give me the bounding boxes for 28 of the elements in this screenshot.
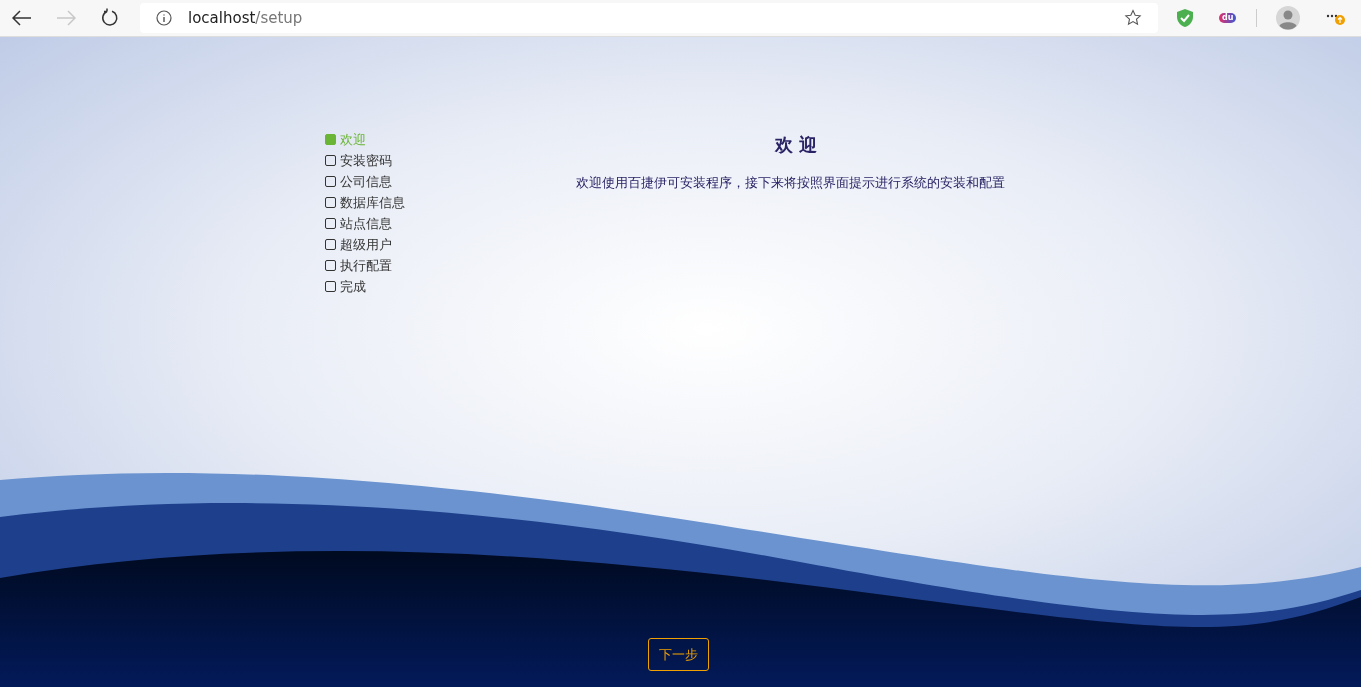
step-checkbox — [325, 281, 336, 292]
step-item[interactable]: 站点信息 — [325, 213, 576, 234]
step-item[interactable]: 超级用户 — [325, 234, 576, 255]
shield-icon[interactable] — [1176, 8, 1194, 28]
step-checkbox — [325, 218, 336, 229]
step-item[interactable]: 公司信息 — [325, 171, 576, 192]
step-item[interactable]: 执行配置 — [325, 255, 576, 276]
next-button[interactable]: 下一步 — [648, 638, 709, 671]
step-checkbox — [325, 197, 336, 208]
step-checkbox — [325, 260, 336, 271]
welcome-text: 欢迎使用百捷伊可安装程序，接下来将按照界面提示进行系统的安装和配置 — [576, 174, 1006, 192]
page-title: 欢 迎 — [773, 133, 819, 157]
extension-button[interactable]: du — [1219, 13, 1237, 23]
url-host: localhost — [188, 7, 256, 29]
step-checkbox — [325, 239, 336, 250]
address-bar[interactable]: localhost/setup — [140, 3, 1158, 33]
step-item[interactable]: 完成 — [325, 276, 576, 297]
avatar-icon[interactable] — [1276, 6, 1301, 30]
star-icon[interactable] — [1124, 9, 1142, 27]
reload-icon[interactable] — [100, 8, 120, 28]
step-checkbox — [325, 134, 336, 145]
step-checkbox — [325, 155, 336, 166]
step-item[interactable]: 数据库信息 — [325, 192, 576, 213]
info-icon[interactable] — [156, 10, 172, 26]
url-path: /setup — [255, 7, 303, 29]
step-checkbox — [325, 176, 336, 187]
step-item[interactable]: 安装密码 — [325, 150, 576, 171]
back-icon[interactable] — [12, 10, 32, 26]
